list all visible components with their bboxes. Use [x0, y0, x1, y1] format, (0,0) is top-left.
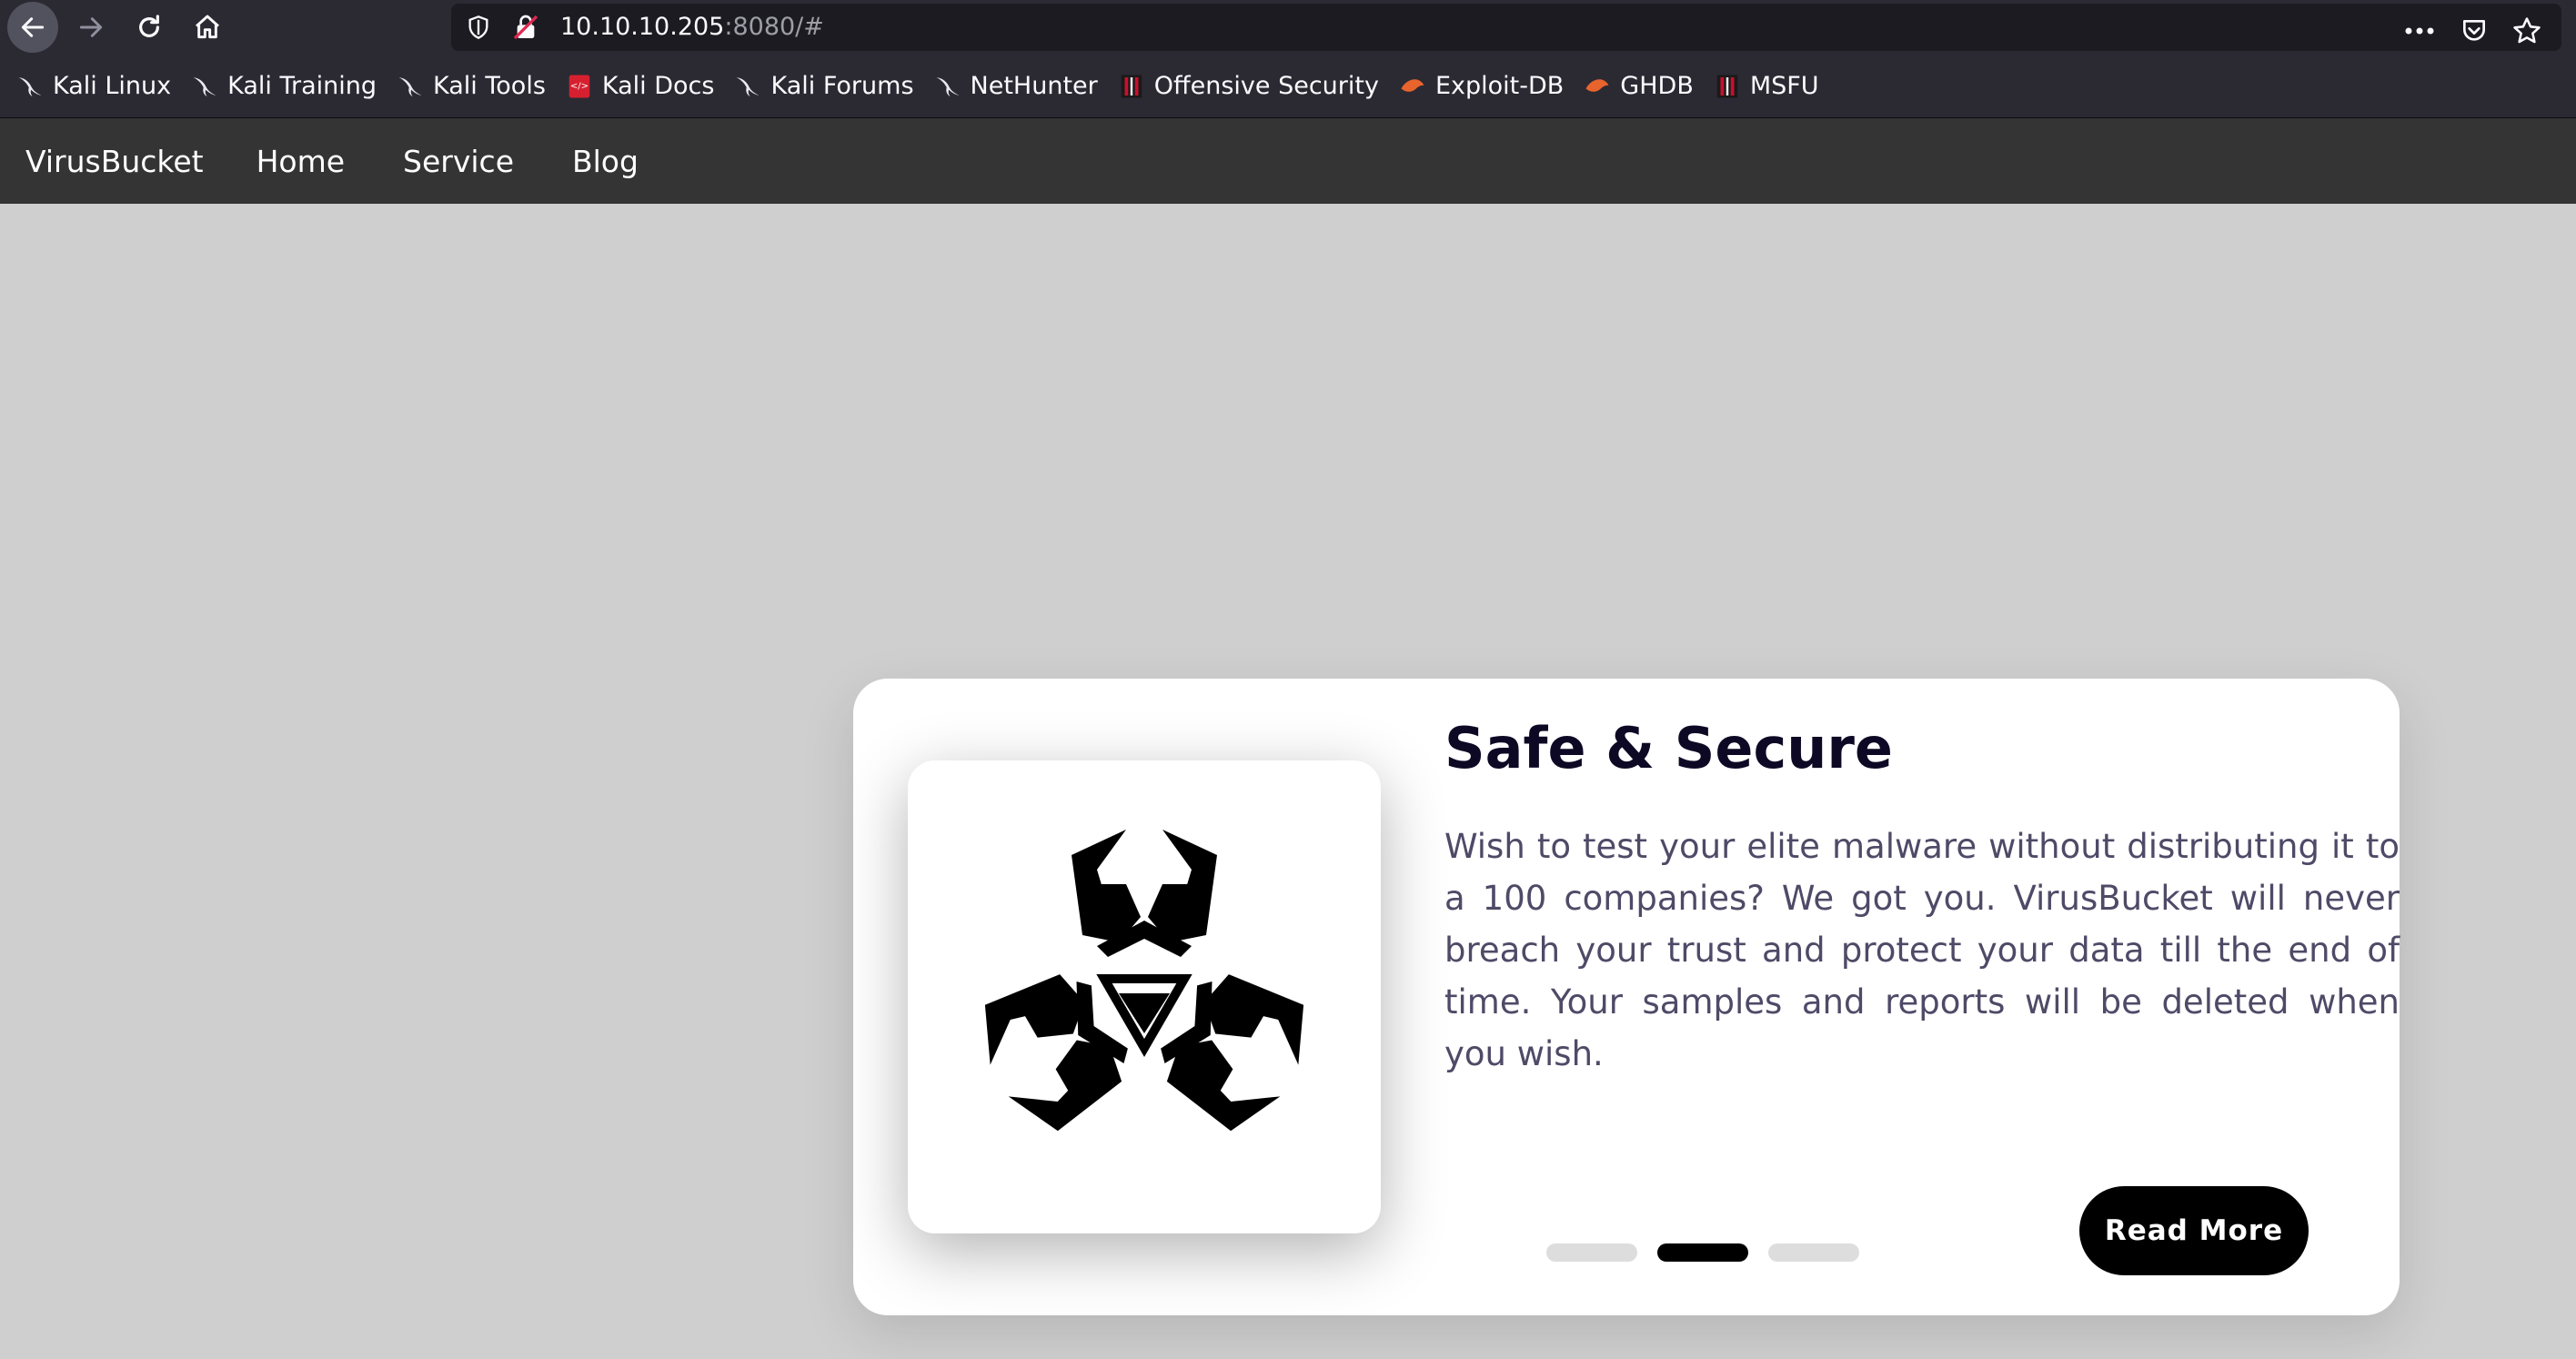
bookmarks-bar: Kali Linux Kali Training Kali Tools </> …	[0, 55, 2576, 118]
bookmark-nethunter[interactable]: NetHunter	[934, 55, 1098, 118]
page-actions-button[interactable]	[2400, 11, 2440, 51]
bookmark-label: Offensive Security	[1153, 72, 1379, 100]
bookmark-label: Exploit-DB	[1434, 72, 1565, 100]
nav-home-link[interactable]: Home	[257, 144, 345, 179]
back-button[interactable]	[7, 2, 58, 53]
bookmark-label: Kali Linux	[53, 72, 172, 100]
pocket-button[interactable]	[2454, 11, 2494, 51]
home-icon	[196, 15, 219, 39]
reload-icon	[139, 15, 159, 37]
forward-button[interactable]	[65, 2, 116, 53]
bookmark-exploit-db[interactable]: Exploit-DB	[1399, 55, 1564, 118]
kali-dragon-icon	[18, 76, 42, 96]
bookmark-kali-docs[interactable]: </> Kali Docs	[566, 55, 715, 118]
offsec-icon	[1716, 75, 1738, 97]
browser-toolbar: 10.10.10.205:8080/#	[0, 0, 2576, 55]
biohazard-icon	[962, 830, 1326, 1144]
brand-link[interactable]: VirusBucket	[25, 144, 204, 179]
bookmark-kali-forums[interactable]: Kali Forums	[734, 55, 914, 118]
kali-dragon-icon	[936, 76, 960, 96]
slide-image	[908, 760, 1381, 1233]
kali-dragon-icon	[398, 76, 422, 96]
insecure-lock-icon	[513, 15, 538, 40]
exploitdb-icon	[1585, 78, 1609, 92]
url-port-path: :8080/#	[724, 13, 824, 41]
kali-dragon-icon	[193, 76, 216, 96]
kali-dragon-icon	[736, 76, 760, 96]
slider-dot-1[interactable]	[1546, 1243, 1637, 1262]
slide-description: Wish to test your elite malware without …	[1444, 827, 2400, 1073]
pocket-icon	[2463, 20, 2485, 41]
bookmark-star-button[interactable]	[2507, 11, 2547, 51]
bookmark-kali-training[interactable]: Kali Training	[191, 55, 377, 118]
bookmark-offensive-security[interactable]: Offensive Security	[1118, 55, 1379, 118]
bookmark-ghdb[interactable]: GHDB	[1584, 55, 1694, 118]
ellipsis-icon	[2405, 27, 2434, 35]
star-icon	[2513, 17, 2541, 44]
bookmark-msfu[interactable]: MSFU	[1714, 55, 1819, 118]
url-bar[interactable]: 10.10.10.205:8080/#	[451, 4, 2561, 51]
reload-button[interactable]	[124, 2, 175, 53]
offsec-icon	[1121, 75, 1142, 97]
arrow-left-icon	[21, 17, 45, 37]
home-button[interactable]	[182, 2, 233, 53]
bookmark-label: GHDB	[1620, 72, 1694, 100]
bookmark-label: NetHunter	[970, 72, 1098, 100]
slide-title: Safe & Secure	[1444, 715, 1893, 781]
exploitdb-icon	[1401, 78, 1424, 92]
bookmark-kali-linux[interactable]: Kali Linux	[16, 55, 171, 118]
slider-dot-2-active[interactable]	[1657, 1243, 1748, 1262]
svg-text:</>: </>	[570, 81, 589, 91]
url-text[interactable]: 10.10.10.205:8080/#	[560, 4, 824, 51]
bookmark-label: Kali Training	[227, 72, 377, 100]
nav-blog-link[interactable]: Blog	[572, 144, 639, 179]
slider-dot-3[interactable]	[1768, 1243, 1859, 1262]
kali-docs-icon: </>	[569, 75, 590, 97]
nav-service-link[interactable]: Service	[403, 144, 514, 179]
bookmark-label: Kali Tools	[433, 72, 546, 100]
bookmark-label: Kali Forums	[770, 72, 914, 100]
slider-card: Safe & Secure Wish to test your elite ma…	[853, 679, 2400, 1315]
read-more-button[interactable]: Read More	[2079, 1186, 2309, 1275]
bookmark-label: Kali Docs	[601, 72, 715, 100]
url-host: 10.10.10.205	[560, 13, 725, 41]
slider-pagination	[1546, 1243, 1879, 1262]
bookmark-label: MSFU	[1749, 72, 1819, 100]
bookmark-kali-tools[interactable]: Kali Tools	[397, 55, 546, 118]
shield-icon	[468, 15, 488, 39]
site-navbar: VirusBucket Home Service Blog	[0, 118, 2576, 204]
arrow-right-icon	[79, 17, 103, 37]
